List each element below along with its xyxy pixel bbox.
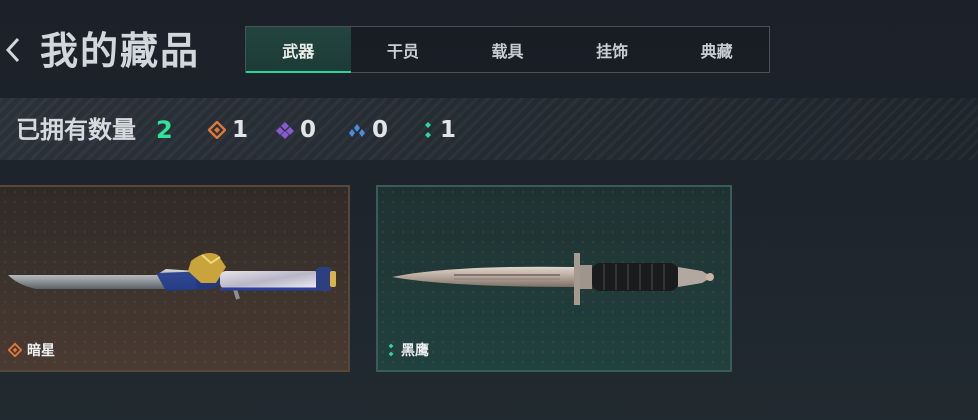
tab-operators[interactable]: 干员 (351, 27, 456, 72)
tab-collection[interactable]: 典藏 (664, 27, 769, 72)
rarity-blue-stat: 0 (348, 116, 388, 144)
category-tabs: 武器 干员 载具 挂饰 典藏 (245, 26, 770, 73)
rarity-purple-count: 0 (300, 117, 317, 143)
orange-diamond-icon (208, 121, 226, 139)
blue-triangle-icon (349, 124, 365, 137)
back-button[interactable] (0, 30, 26, 70)
stats-bar (0, 98, 978, 160)
owned-count-value: 2 (156, 116, 173, 144)
green-dots-icon (388, 343, 394, 357)
rarity-green-stat: 1 (422, 116, 456, 144)
page-title: 我的藏品 (40, 29, 201, 73)
weapon-card-black-eagle[interactable]: 黑鹰 (376, 185, 732, 372)
rarity-orange-count: 1 (232, 117, 249, 143)
weapon-name-label: 暗星 (27, 343, 55, 359)
rarity-blue-count: 0 (372, 117, 389, 143)
weapon-name-label: 黑鹰 (401, 343, 429, 359)
rarity-orange-stat: 1 (208, 116, 248, 144)
owned-count-label: 已拥有数量 (16, 116, 136, 144)
rarity-green-count: 1 (440, 117, 457, 143)
knife-black-eagle-image (392, 253, 714, 305)
weapon-card-name: 暗星 (8, 340, 55, 360)
green-dots-icon (425, 122, 431, 138)
orange-diamond-icon (8, 343, 22, 357)
weapon-card-name: 黑鹰 (386, 340, 429, 360)
weapon-card-dark-star[interactable]: 暗星 (0, 185, 350, 372)
tab-charms[interactable]: 挂饰 (560, 27, 665, 72)
chevron-left-icon (5, 37, 20, 63)
purple-diamond-icon (276, 122, 294, 139)
tab-weapons[interactable]: 武器 (246, 27, 351, 73)
rarity-purple-stat: 0 (276, 116, 316, 144)
knife-dark-star-image (8, 253, 336, 300)
tab-vehicles[interactable]: 载具 (455, 27, 560, 72)
